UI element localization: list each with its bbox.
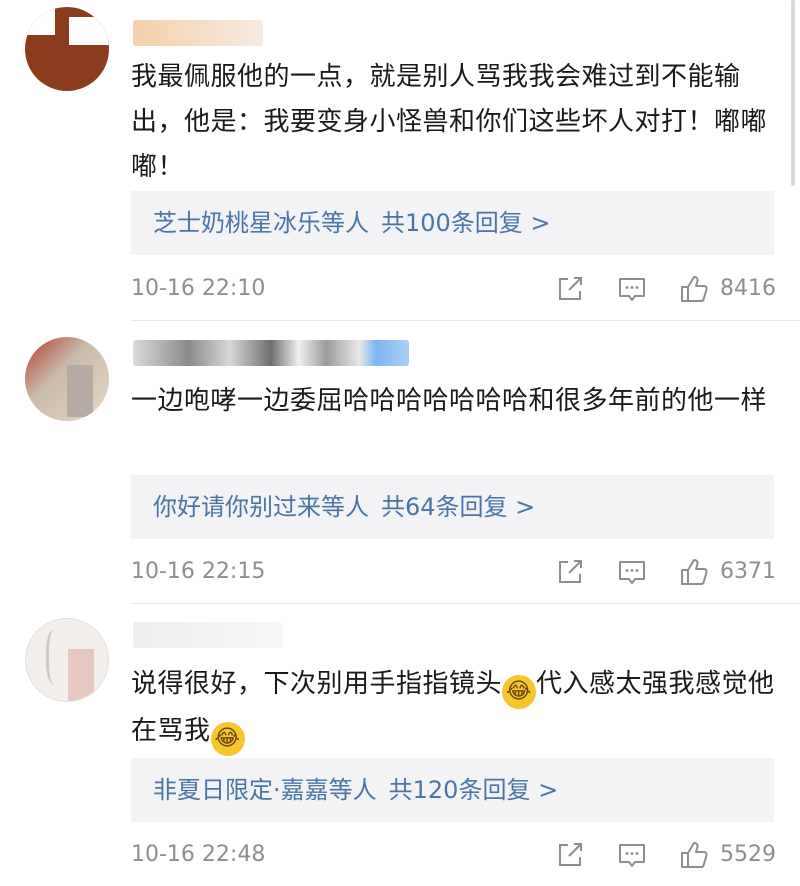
timestamp: 10-16 22:15	[131, 559, 266, 584]
like-count: 6371	[720, 559, 776, 584]
laughing-crying-emoji-icon: 😂	[502, 675, 537, 709]
comment-text: 一边咆哮一边委屈哈哈哈哈哈哈哈和很多年前的他一样	[131, 386, 768, 416]
username-redacted[interactable]	[133, 622, 283, 648]
username-redacted[interactable]	[133, 20, 263, 46]
laughing-crying-emoji-icon: 😂	[210, 722, 245, 756]
timestamp: 10-16 22:10	[131, 276, 266, 301]
comment-text-part: 说得很好，下次别用手指指镜头	[131, 669, 503, 699]
reply-count-link[interactable]: 共64条回复 >	[381, 493, 535, 521]
comment-text: 我最佩服他的一点，就是别人骂我我会难过到不能输出，他是：我要变身小怪兽和你们这些…	[131, 62, 768, 182]
comment-icon[interactable]	[617, 557, 647, 587]
username-redacted[interactable]	[133, 340, 409, 366]
comment-meta: 10-16 22:15 6371	[131, 554, 776, 590]
reply-users: 你好请你别过来等人	[153, 493, 369, 521]
reply-summary[interactable]: 非夏日限定·嘉嘉等人 共120条回复 >	[131, 758, 774, 822]
comment-icon[interactable]	[617, 840, 647, 870]
avatar[interactable]	[25, 618, 109, 702]
share-icon[interactable]	[555, 557, 585, 587]
avatar[interactable]	[25, 7, 109, 91]
thumbs-up-icon[interactable]	[679, 840, 709, 870]
divider	[131, 603, 800, 604]
like-count: 8416	[720, 276, 776, 301]
avatar[interactable]	[25, 337, 109, 421]
share-icon[interactable]	[555, 840, 585, 870]
scrollbar[interactable]	[791, 0, 795, 186]
comment-meta: 10-16 22:48 5529	[131, 837, 776, 873]
thumbs-up-icon[interactable]	[679, 274, 709, 304]
timestamp: 10-16 22:48	[131, 842, 266, 867]
reply-count-link[interactable]: 共100条回复 >	[381, 209, 551, 237]
like-count: 5529	[720, 842, 776, 867]
comment-icon[interactable]	[617, 274, 647, 304]
reply-summary[interactable]: 芝士奶桃星冰乐等人 共100条回复 >	[131, 191, 774, 255]
reply-count-link[interactable]: 共120条回复 >	[389, 776, 559, 804]
reply-users: 芝士奶桃星冰乐等人	[153, 209, 369, 237]
thumbs-up-icon[interactable]	[679, 557, 709, 587]
reply-summary[interactable]: 你好请你别过来等人 共64条回复 >	[131, 475, 774, 539]
comment-meta: 10-16 22:10 8416	[131, 271, 776, 307]
share-icon[interactable]	[555, 274, 585, 304]
reply-users: 非夏日限定·嘉嘉等人	[153, 776, 377, 804]
divider	[131, 320, 800, 321]
comment-text: 说得很好，下次别用手指指镜头 😂 代入感太强我感觉他在骂我 😂	[131, 662, 776, 756]
